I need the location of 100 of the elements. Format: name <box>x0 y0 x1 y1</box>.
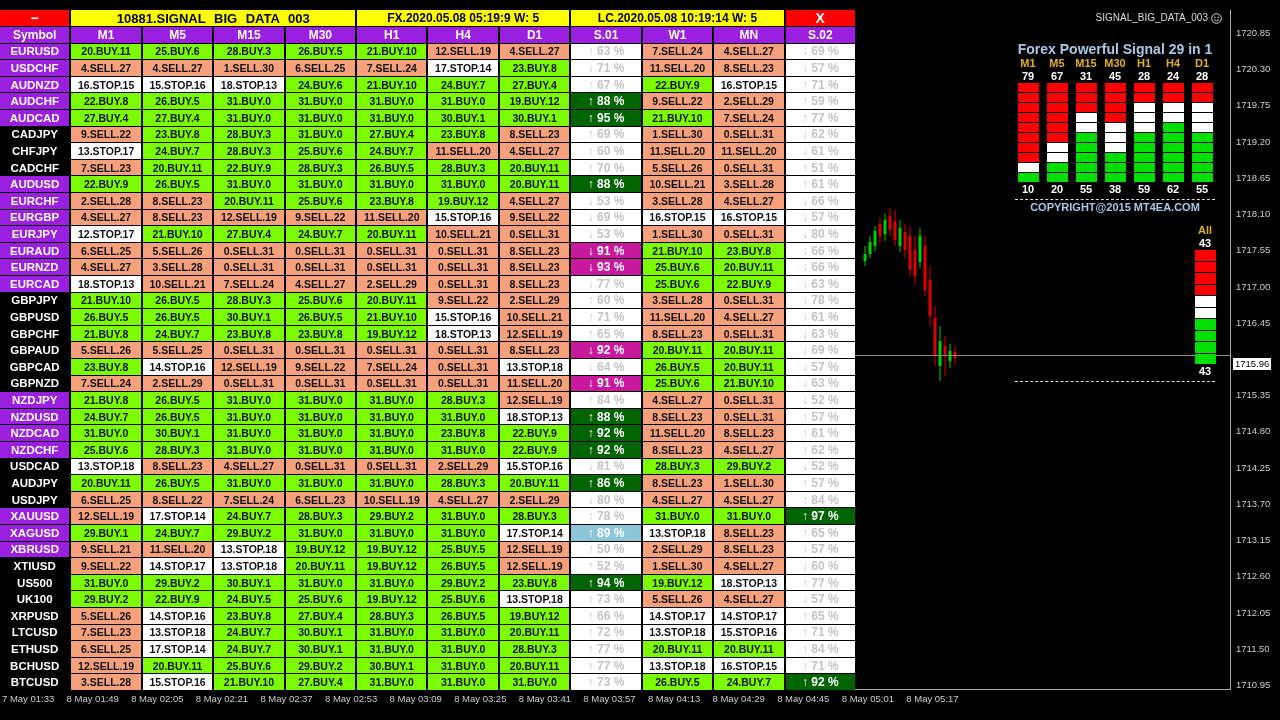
signal-cell: 31.BUY.0 <box>285 408 356 425</box>
signal-cell: 27.BUY.4 <box>357 126 427 143</box>
signal-cell: 6.SELL.23 <box>285 491 356 508</box>
timeframe-label: M5 <box>1049 57 1065 70</box>
signal-cell: 21.BUY.10 <box>71 292 141 309</box>
strength-segment <box>1194 284 1216 295</box>
strength-segment <box>1017 123 1039 132</box>
signal-cell: 0.SELL.31 <box>285 342 356 358</box>
strength-segment <box>1075 103 1097 112</box>
price-label: 1720.30 <box>1235 63 1272 77</box>
signal-cell: 20.BUY.11 <box>714 259 784 275</box>
signal-cell: 21.BUY.8 <box>71 325 141 342</box>
signal-cell: 23.BUY.8 <box>499 60 570 76</box>
signal-cell: 12.SELL.19 <box>214 359 284 375</box>
time-label: 8 May 01:49 <box>66 692 120 704</box>
signal-cell: 29.BUY.2 <box>428 574 498 591</box>
signal-cell: 7.SELL.24 <box>214 276 284 292</box>
signal-cell: 21.BUY.10 <box>214 674 284 690</box>
signal-cell: 20.BUY.11 <box>499 159 570 176</box>
signal-cell: 14.STOP.17 <box>142 558 213 574</box>
signal-cell: 23.BUY.8 <box>142 126 213 143</box>
percent-cell: ↓ 61 % <box>785 143 855 159</box>
strength-segment <box>1162 93 1184 102</box>
signal-cell: 30.BUY.1 <box>285 624 356 641</box>
signal-cell: 24.BUY.7 <box>428 76 498 93</box>
signal-cell: 25.BUY.6 <box>214 657 284 674</box>
strength-segment <box>1133 153 1155 162</box>
minimize-button[interactable]: − <box>0 10 70 26</box>
signal-cell: 30.BUY.1 <box>142 425 213 441</box>
signal-cell: 2.SELL.28 <box>71 193 141 209</box>
signal-cell: 4.SELL.27 <box>499 143 570 159</box>
strength-segment <box>1162 113 1184 122</box>
percent-cell: ↓ 63 % <box>785 375 855 392</box>
time-label: 8 May 04:29 <box>712 692 766 704</box>
column-header: S.02 <box>785 27 855 43</box>
signal-cell: 9.SELL.22 <box>642 93 713 109</box>
signal-cell: 13.STOP.18 <box>499 591 570 607</box>
time-label: 8 May 03:25 <box>454 692 508 704</box>
close-button[interactable]: X <box>785 10 855 26</box>
signal-cell: 20.BUY.11 <box>142 657 213 674</box>
percent-cell: ↑ 92 % <box>571 425 641 441</box>
percent-cell: ↑ 84 % <box>785 491 855 508</box>
signal-cell: 4.SELL.27 <box>214 458 284 475</box>
column-header: M1 <box>71 27 141 43</box>
percent-cell: ↓ 69 % <box>785 342 855 358</box>
strength-segment <box>1075 153 1097 162</box>
signal-cell: 31.BUY.0 <box>428 674 498 690</box>
percent-cell: ↓ 53 % <box>571 193 641 209</box>
signal-cell: 31.BUY.0 <box>285 176 356 192</box>
price-label: 1714.80 <box>1235 425 1272 439</box>
time-label: 8 May 03:09 <box>389 692 443 704</box>
sell-count: 24 <box>1166 70 1180 83</box>
signal-cell: 14.STOP.16 <box>142 359 213 375</box>
signal-cell: 31.BUY.0 <box>357 110 427 126</box>
strength-segment <box>1133 173 1155 182</box>
signal-cell: 2.SELL.29 <box>428 458 498 475</box>
percent-cell: ↓ 91 % <box>571 375 641 392</box>
signal-cell: 6.SELL.25 <box>285 60 356 76</box>
price-label: 1717.55 <box>1235 244 1272 258</box>
signal-cell: 31.BUY.0 <box>71 425 141 441</box>
strength-segment <box>1191 93 1213 102</box>
signal-cell: 28.BUY.3 <box>499 641 570 657</box>
signal-cell: 26.BUY.5 <box>142 309 213 325</box>
strength-segment <box>1046 93 1068 102</box>
strength-segment <box>1104 163 1126 172</box>
signal-cell: 23.BUY.8 <box>285 325 356 342</box>
strength-segment <box>1017 93 1039 102</box>
symbol-cell: AUDUSD <box>0 176 70 192</box>
percent-cell: ↑ 52 % <box>571 558 641 574</box>
percent-cell: ↑ 57 % <box>785 475 855 491</box>
signal-cell: 7.SELL.24 <box>357 60 427 76</box>
signal-cell: 19.BUY.12 <box>642 574 713 591</box>
signal-cell: 22.BUY.8 <box>71 93 141 109</box>
signal-cell: 6.SELL.25 <box>71 242 141 259</box>
signal-cell: 8.SELL.23 <box>499 342 570 358</box>
signal-cell: 12.SELL.19 <box>499 325 570 342</box>
price-label: 1713.70 <box>1235 497 1272 511</box>
signal-cell: 23.BUY.8 <box>428 425 498 441</box>
time-label: 8 May 02:05 <box>131 692 185 704</box>
strength-segment <box>1017 143 1039 152</box>
signal-cell: 31.BUY.0 <box>357 641 427 657</box>
signal-cell: 26.BUY.5 <box>357 159 427 176</box>
signal-cell: 3.SELL.28 <box>142 259 213 275</box>
strength-segment <box>1191 83 1213 92</box>
percent-cell: ↓ 63 % <box>785 325 855 342</box>
strength-segment <box>1046 83 1068 92</box>
signal-cell: 10.SELL.19 <box>357 491 427 508</box>
sell-count: 67 <box>1050 70 1064 83</box>
signal-cell: 31.BUY.0 <box>285 442 356 458</box>
percent-cell: ↑ 94 % <box>571 574 641 591</box>
strength-segment <box>1046 143 1068 152</box>
signal-cell: 24.BUY.7 <box>214 508 284 524</box>
strength-segment <box>1017 153 1039 162</box>
signal-cell: 28.BUY.3 <box>428 475 498 491</box>
percent-cell: ↑ 95 % <box>571 110 641 126</box>
signal-cell: 24.BUY.5 <box>214 591 284 607</box>
price-label: 1710.95 <box>1235 678 1272 692</box>
signal-cell: 31.BUY.0 <box>428 176 498 192</box>
sell-count: 28 <box>1137 70 1151 83</box>
signal-cell: 8.SELL.23 <box>714 541 784 558</box>
